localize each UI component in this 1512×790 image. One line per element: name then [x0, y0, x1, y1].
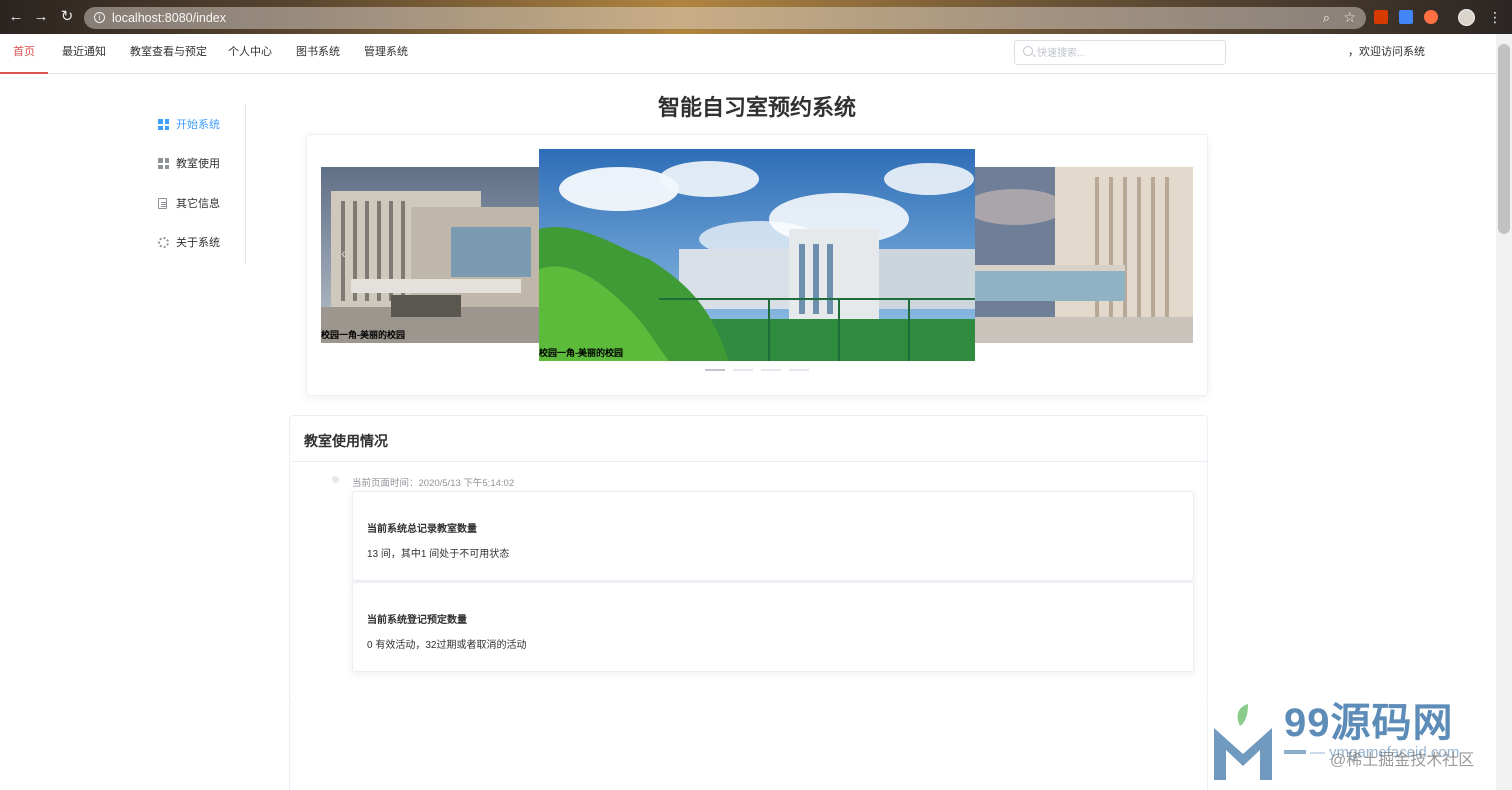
page-title: 智能自习室预约系统 [657, 95, 856, 120]
reload-icon[interactable]: ↻ [59, 9, 75, 25]
sidebar-item-label: 其它信息 [176, 198, 220, 210]
nav-home[interactable]: 首页 [0, 34, 48, 74]
carousel-slide-right[interactable] [975, 167, 1193, 343]
bookmark-star-icon[interactable]: ☆ [1343, 9, 1356, 26]
carousel-indicator[interactable] [761, 369, 781, 371]
document-icon [158, 198, 167, 209]
campus-walkway-image [975, 167, 1193, 343]
nav-recent-notices[interactable]: 最近通知 [62, 34, 106, 74]
gear-icon [158, 237, 169, 248]
carousel-indicators [307, 369, 1207, 371]
browser-toolbar: ← → ↻ i localhost:8080/index ⌕ ☆ ⋮ [0, 0, 1512, 34]
nav-classroom-booking[interactable]: 教室查看与预定 [130, 34, 207, 74]
stat-value: 0 有效活动，32过期或者取消的活动 [367, 640, 527, 651]
stat-heading: 当前系统总记录教室数量 [367, 524, 477, 535]
grid-icon [158, 119, 169, 130]
carousel-caption: 校园一角-美丽的校园 [539, 348, 623, 358]
scrollbar-thumb[interactable] [1498, 44, 1510, 234]
page-scrollbar[interactable] [1496, 34, 1512, 790]
stat-card-booking-count: 当前系统登记预定数量 0 有效活动，32过期或者取消的活动 [352, 582, 1194, 672]
forward-arrow-icon[interactable]: → [33, 9, 49, 25]
nav-personal-center[interactable]: 个人中心 [228, 34, 272, 74]
back-arrow-icon[interactable]: ← [8, 9, 24, 25]
sidebar-item-label: 开始系统 [176, 119, 220, 131]
classroom-usage-card: 教室使用情况 当前页面时间：2020/5/13 下午5:14:02 当前系统总记… [289, 415, 1208, 705]
nav-admin-system[interactable]: 管理系统 [364, 34, 408, 74]
site-info-icon[interactable]: i [94, 12, 105, 23]
watermark-dash [1284, 750, 1306, 754]
search-input[interactable] [1037, 44, 1217, 62]
carousel-card: 校园一角-美丽的校园 校园一角-美丽的校园 ‹ › [306, 134, 1208, 396]
carousel-next-icon[interactable]: › [1171, 245, 1176, 261]
address-bar[interactable]: i localhost:8080/index ⌕ ☆ [84, 7, 1366, 29]
zoom-icon[interactable]: ⌕ [1323, 10, 1330, 26]
office-extension-icon[interactable] [1374, 10, 1388, 24]
carousel-indicator[interactable] [705, 369, 725, 371]
ad-block-extension-icon[interactable] [1424, 10, 1438, 24]
sidebar-item-label: 教室使用 [176, 158, 220, 170]
address-url[interactable]: localhost:8080/index [112, 11, 226, 25]
search-icon [1023, 46, 1033, 56]
grid-icon [158, 158, 169, 169]
watermark-logo-icon [1214, 704, 1272, 780]
watermark: 99源码网 — ymgamefaceid.com @稀土掘金技术社区 [1212, 684, 1502, 790]
stat-card-classroom-count: 当前系统总记录教室数量 13 间，其中1 间处于不可用状态 [352, 491, 1194, 581]
carousel-indicator[interactable] [733, 369, 753, 371]
welcome-text: ，欢迎访问系统 [1348, 46, 1425, 58]
carousel-prev-icon[interactable]: ‹ [341, 245, 346, 261]
watermark-url: — ymgamefaceid.com [1310, 744, 1460, 761]
top-navigation: 首页 最近通知 教室查看与预定 个人中心 图书系统 管理系统 ，欢迎访问系统 [0, 34, 1496, 74]
next-section-card [289, 704, 1208, 790]
stat-heading: 当前系统登记预定数量 [367, 615, 467, 626]
carousel-indicator[interactable] [789, 369, 809, 371]
stat-value: 13 间，其中1 间处于不可用状态 [367, 549, 510, 560]
carousel-slide-left[interactable]: 校园一角-美丽的校园 [321, 167, 539, 343]
watermark-credit: @稀土掘金技术社区 [1330, 752, 1475, 769]
timeline-timestamp: 当前页面时间：2020/5/13 下午5:14:02 [352, 478, 515, 489]
divider [290, 461, 1207, 462]
translate-extension-icon[interactable] [1399, 10, 1413, 24]
browser-menu-icon[interactable]: ⋮ [1488, 9, 1502, 25]
campus-anime-image [539, 149, 975, 361]
campus-building-image [321, 167, 539, 343]
quick-search[interactable] [1014, 40, 1226, 65]
timeline-dot [332, 476, 339, 483]
usage-card-title: 教室使用情况 [304, 433, 388, 449]
watermark-site-name: 99源码网 [1284, 701, 1454, 745]
carousel-slide-active[interactable]: 校园一角-美丽的校园 [539, 149, 975, 361]
carousel-caption: 校园一角-美丽的校园 [321, 330, 405, 340]
sidebar-item-label: 关于系统 [176, 237, 220, 249]
profile-avatar[interactable] [1458, 9, 1475, 26]
nav-library-system[interactable]: 图书系统 [296, 34, 340, 74]
sidebar-menu: 开始系统 教室使用 其它信息 关于系统 [150, 104, 246, 264]
